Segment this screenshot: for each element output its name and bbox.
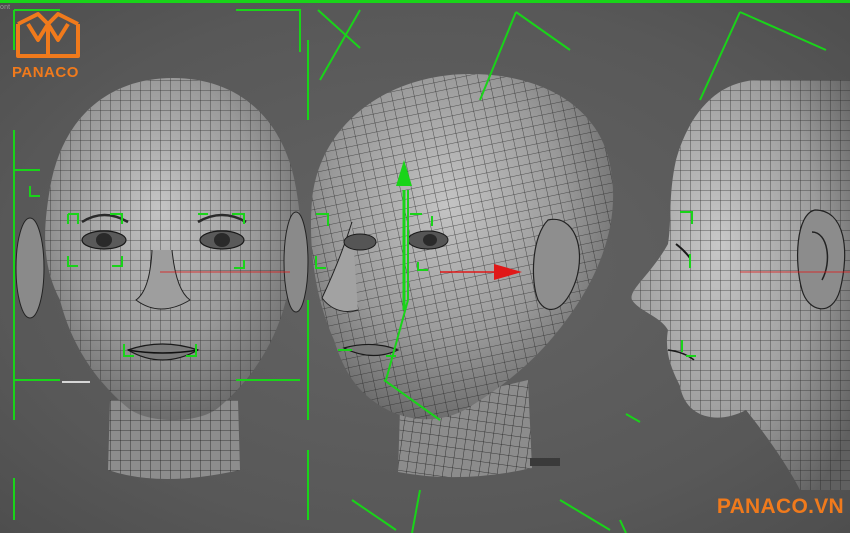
viewport-scene xyxy=(13,9,850,533)
brand-watermark: PANACO.VN xyxy=(716,495,844,518)
open-book-icon xyxy=(16,12,80,58)
side-head-mesh[interactable] xyxy=(631,80,850,490)
3d-viewport[interactable]: ont PANACO PANACO.VN xyxy=(0,0,850,533)
brand-logo-text: PANACO xyxy=(12,64,79,81)
three-quarter-head-mesh[interactable] xyxy=(310,74,614,478)
front-head-mesh[interactable] xyxy=(15,78,309,479)
